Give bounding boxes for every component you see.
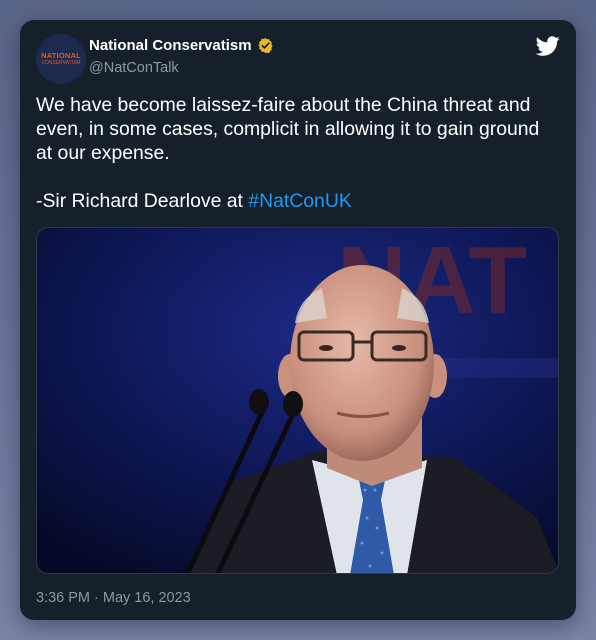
avatar[interactable]: NATIONAL CONSERVATISM [36, 34, 86, 84]
tweet-timestamp[interactable]: 3:36 PM · May 16, 2023 [36, 590, 191, 606]
author-name-row: National Conservatism [89, 37, 274, 54]
verified-badge-icon [257, 38, 273, 54]
author-handle[interactable]: @NatConTalk [89, 60, 179, 76]
tweet-photo[interactable]: NAT [36, 227, 559, 574]
avatar-logo-subtext: CONSERVATISM [41, 60, 81, 66]
speaker-photo: NAT [37, 228, 558, 573]
tweet-quote: We have become laissez-faire about the C… [36, 94, 545, 164]
twitter-bird-icon[interactable] [536, 34, 560, 58]
author-display-name[interactable]: National Conservatism [89, 37, 252, 54]
tweet-attribution: -Sir Richard Dearlove at [36, 190, 249, 212]
tweet-card: NATIONAL CONSERVATISM National Conservat… [20, 20, 576, 620]
hashtag-link[interactable]: #NatConUK [248, 190, 351, 212]
tweet-text: We have become laissez-faire about the C… [36, 93, 556, 213]
avatar-logo-text: NATIONAL [41, 51, 81, 60]
